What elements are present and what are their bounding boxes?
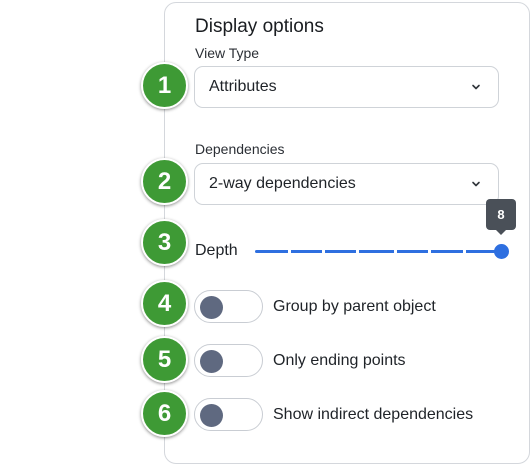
- depth-slider-tick: [463, 250, 466, 253]
- step-badge-5: 5: [141, 336, 188, 383]
- depth-slider-tick: [322, 250, 325, 253]
- step-badge-6: 6: [141, 390, 188, 437]
- group-by-parent-toggle[interactable]: [194, 290, 263, 323]
- depth-slider-tick: [288, 250, 291, 253]
- dependencies-select[interactable]: 2-way dependencies: [194, 163, 499, 205]
- chevron-down-icon: [472, 84, 480, 90]
- panel-title: Display options: [195, 16, 324, 37]
- depth-slider-tick: [394, 250, 397, 253]
- depth-slider-thumb[interactable]: [494, 244, 509, 259]
- depth-value-tooltip: 8: [486, 199, 516, 235]
- chevron-down-icon: [472, 181, 480, 187]
- only-ending-points-toggle[interactable]: [194, 344, 263, 377]
- depth-slider[interactable]: [255, 244, 509, 259]
- dependencies-value: 2-way dependencies: [209, 175, 356, 192]
- toggle-knob: [200, 404, 223, 427]
- depth-slider-tick: [428, 250, 431, 253]
- step-badge-2: 2: [141, 158, 188, 205]
- depth-label: Depth: [195, 242, 238, 259]
- view-type-select[interactable]: Attributes: [194, 66, 499, 108]
- dependencies-label: Dependencies: [195, 141, 285, 157]
- toggle-knob: [200, 296, 223, 319]
- step-badge-4: 4: [141, 280, 188, 327]
- only-ending-points-label: Only ending points: [273, 352, 406, 369]
- show-indirect-dependencies-toggle[interactable]: [194, 398, 263, 431]
- step-badge-1: 1: [141, 62, 188, 109]
- view-type-value: Attributes: [209, 78, 277, 95]
- depth-slider-tick: [356, 250, 359, 253]
- show-indirect-dependencies-label: Show indirect dependencies: [273, 406, 474, 423]
- view-type-label: View Type: [195, 45, 260, 61]
- group-by-parent-label: Group by parent object: [273, 298, 436, 315]
- step-badge-3: 3: [141, 219, 188, 266]
- toggle-knob: [200, 350, 223, 373]
